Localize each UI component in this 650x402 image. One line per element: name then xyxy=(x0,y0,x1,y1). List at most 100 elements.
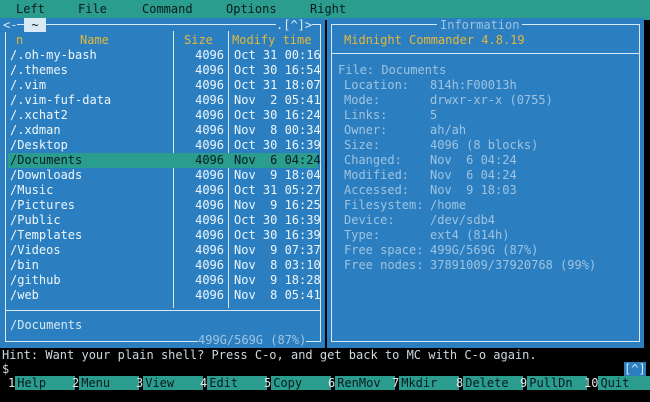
fkey-menu[interactable]: 2 Menu xyxy=(72,376,140,392)
file-row[interactable]: /Downloads 4096 Nov 9 18:04 xyxy=(8,168,321,183)
info-value: 814h:F00013h xyxy=(430,78,517,92)
file-row[interactable]: /Documents 4096 Nov 6 04:24 xyxy=(8,153,321,168)
file-size: 4096 xyxy=(195,48,224,62)
menu-left[interactable]: Left xyxy=(16,2,45,16)
info-label: Accessed: xyxy=(344,183,410,197)
file-size: 4096 xyxy=(195,93,224,107)
file-modify-time: Nov 9 07:37 xyxy=(234,243,321,257)
info-label: Device: xyxy=(344,213,395,227)
file-name: /Downloads xyxy=(10,168,83,182)
menu-command[interactable]: Command xyxy=(142,2,193,16)
info-file-name: File: Documents xyxy=(338,63,447,77)
right-panel[interactable]: Information Midnight Commander 4.8.19 Fi… xyxy=(327,18,644,348)
file-name: /bin xyxy=(10,258,39,272)
info-value: Nov 6 04:24 xyxy=(430,153,517,167)
info-value: 499G/569G (87%) xyxy=(430,243,539,257)
info-value: ah/ah xyxy=(430,123,467,137)
file-row[interactable]: /.themes 4096 Oct 30 16:54 xyxy=(8,63,321,78)
file-row[interactable]: /Videos 4096 Nov 9 07:37 xyxy=(8,243,321,258)
fkey-pulldn[interactable]: 9 PullDn xyxy=(520,376,588,392)
file-modify-time: Oct 30 16:54 xyxy=(234,63,321,77)
fkey-label: Help xyxy=(15,376,76,390)
file-row[interactable]: /.vim 4096 Oct 31 18:07 xyxy=(8,78,321,93)
info-label: Free space: xyxy=(344,243,424,257)
status-divider xyxy=(6,310,320,311)
file-name: /.themes xyxy=(10,63,68,77)
file-size: 4096 xyxy=(195,243,224,257)
file-row[interactable]: /.vim-fuf-data 4096 Nov 2 05:41 xyxy=(8,93,321,108)
fkey-label: Menu xyxy=(79,376,140,390)
col-header-modify[interactable]: Modify time xyxy=(232,33,311,47)
file-row[interactable]: /Public 4096 Oct 30 16:39 xyxy=(8,213,321,228)
file-size: 4096 xyxy=(195,288,224,302)
info-label: Free nodes: xyxy=(344,258,424,272)
fkey-delete[interactable]: 8 Delete xyxy=(456,376,524,392)
info-label: Changed: xyxy=(344,153,402,167)
file-size: 4096 xyxy=(195,213,224,227)
file-row[interactable]: /.xdman 4096 Nov 8 00:34 xyxy=(8,123,321,138)
file-modify-time: Oct 31 05:27 xyxy=(234,183,321,197)
file-size: 4096 xyxy=(195,153,224,167)
fkey-number: 8 xyxy=(456,376,464,390)
fkey-label: PullDn xyxy=(527,376,588,390)
info-label: Owner: xyxy=(344,123,388,137)
file-size: 4096 xyxy=(195,63,224,77)
file-name: /Public xyxy=(10,213,61,227)
fkey-copy[interactable]: 5 Copy xyxy=(264,376,332,392)
info-value: drwxr-xr-x (0755) xyxy=(430,93,553,107)
info-panel-title: Information xyxy=(437,18,523,32)
fkey-quit[interactable]: 10 Quit xyxy=(584,376,650,392)
fkey-number: 10 xyxy=(584,376,599,390)
file-row[interactable]: /Pictures 4096 Nov 9 16:25 xyxy=(8,198,321,213)
shell-prompt[interactable]: $ xyxy=(2,362,9,376)
file-row[interactable]: /github 4096 Nov 9 18:28 xyxy=(8,273,321,288)
file-row[interactable]: /Desktop 4096 Oct 30 16:39 xyxy=(8,138,321,153)
menu-options[interactable]: Options xyxy=(226,2,277,16)
file-modify-time: Oct 31 18:07 xyxy=(234,78,321,92)
fkey-mkdir[interactable]: 7 Mkdir xyxy=(392,376,460,392)
file-size: 4096 xyxy=(195,168,224,182)
fkey-help[interactable]: 1 Help xyxy=(8,376,76,392)
fkey-number: 2 xyxy=(72,376,80,390)
prompt-corner-button[interactable]: [^] xyxy=(624,362,646,376)
col-header-name[interactable]: Name xyxy=(80,33,109,47)
tilde-path-button[interactable]: ~ xyxy=(24,18,46,32)
fkey-number: 5 xyxy=(264,376,272,390)
info-label: Filesystem: xyxy=(344,198,424,212)
file-row[interactable]: /.xchat2 4096 Oct 30 16:24 xyxy=(8,108,321,123)
col-header-n[interactable]: n xyxy=(16,33,23,47)
file-row[interactable]: /bin 4096 Nov 8 03:10 xyxy=(8,258,321,273)
left-corner-arrow[interactable]: <- xyxy=(3,18,18,32)
info-label: Modified: xyxy=(344,168,410,182)
file-row[interactable]: /.oh-my-bash 4096 Oct 31 00:16 xyxy=(8,48,321,63)
info-value: /dev/sdb4 xyxy=(430,213,496,227)
fkey-renmov[interactable]: 6 RenMov xyxy=(328,376,396,392)
file-size: 4096 xyxy=(195,273,224,287)
fkey-edit[interactable]: 4 Edit xyxy=(200,376,268,392)
prompt-corner-label: [^] xyxy=(624,362,646,376)
left-panel[interactable]: <- ~ .[^]> n Name Size Modify time /.oh-… xyxy=(0,18,325,348)
fkey-view[interactable]: 3 View xyxy=(136,376,204,392)
file-row[interactable]: /Music 4096 Oct 31 05:27 xyxy=(8,183,321,198)
fkey-number: 6 xyxy=(328,376,336,390)
file-name: /.xchat2 xyxy=(10,108,68,122)
file-modify-time: Nov 9 18:04 xyxy=(234,168,321,182)
menu-right[interactable]: Right xyxy=(310,2,346,16)
free-space-summary: 499G/569G (87%) xyxy=(198,333,307,347)
file-modify-time: Nov 8 00:34 xyxy=(234,123,321,137)
col-header-size[interactable]: Size xyxy=(184,33,213,47)
fkey-label: Copy xyxy=(271,376,332,390)
fkey-label: Edit xyxy=(207,376,268,390)
file-name: /web xyxy=(10,288,39,302)
file-row[interactable]: /Templates 4096 Oct 30 16:39 xyxy=(8,228,321,243)
file-size: 4096 xyxy=(195,138,224,152)
file-size: 4096 xyxy=(195,108,224,122)
file-name: /.xdman xyxy=(10,123,61,137)
file-row[interactable]: /web 4096 Nov 8 05:41 xyxy=(8,288,321,303)
file-name: /Music xyxy=(10,183,54,197)
menu-file[interactable]: File xyxy=(78,2,107,16)
file-size: 4096 xyxy=(195,183,224,197)
left-panel-sort-button[interactable]: .[^]> xyxy=(276,18,313,32)
info-label: Mode: xyxy=(344,93,381,107)
function-key-bar: 1 Help 2 Menu 3 View 4 Edit 5 Copy 6 RenMov 7 Mkdir 8 D… xyxy=(0,376,650,392)
